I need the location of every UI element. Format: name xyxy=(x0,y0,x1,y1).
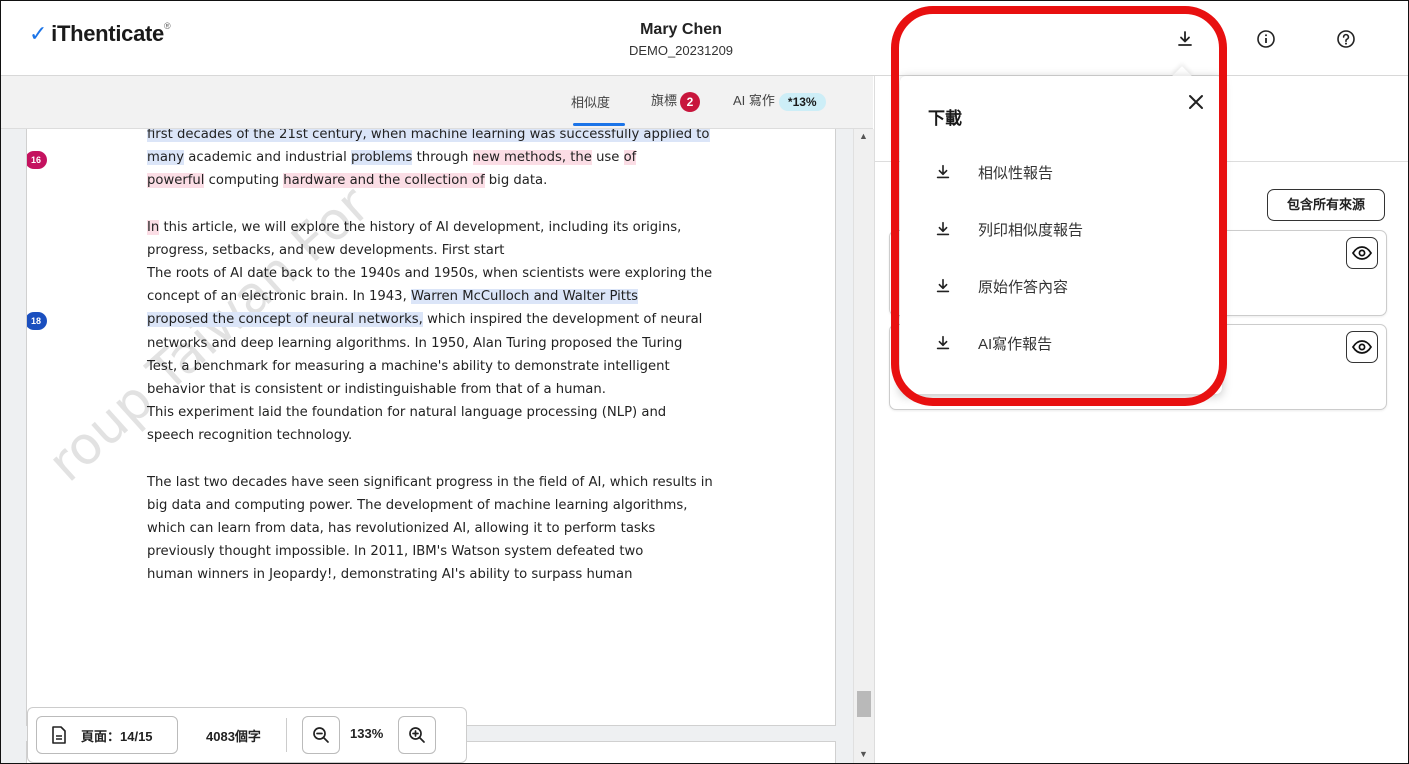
checkmark-icon: ✓ xyxy=(29,21,48,46)
document-icon xyxy=(51,726,67,744)
highlight-match[interactable]: In xyxy=(147,219,160,235)
download-icon xyxy=(928,271,958,301)
divider xyxy=(286,718,287,752)
text-line: human winners in Jeopardy!, demonstratin… xyxy=(147,567,633,583)
close-icon[interactable] xyxy=(1184,90,1208,114)
download-menu: 下載 相似性報告 列印相似度報告 原始作答內容 AI寫作報告 xyxy=(900,76,1222,394)
source-marker-18[interactable]: 18 xyxy=(27,312,47,330)
menu-item-label: 列印相似度報告 xyxy=(978,221,1084,239)
text-line: This experiment laid the foundation for … xyxy=(147,405,667,421)
document-info: Mary Chen DEMO_20231209 xyxy=(561,21,801,58)
active-tab-indicator xyxy=(573,123,625,126)
ai-percent-badge: *13% xyxy=(778,92,826,111)
text-span: academic and industrial xyxy=(184,150,351,166)
highlight-match[interactable]: Warren McCulloch and Walter Pitts xyxy=(410,289,638,305)
download-ai-writing-report[interactable]: AI寫作報告 xyxy=(928,323,1188,363)
text-span: through xyxy=(412,150,473,166)
text-line: powerful computing hardware and the coll… xyxy=(147,169,727,192)
include-all-sources-button[interactable]: 包含所有來源 xyxy=(1267,189,1385,221)
highlight-match[interactable]: of xyxy=(623,150,637,166)
logo-text: iThenticate xyxy=(51,21,164,46)
zoom-level: 133% xyxy=(350,726,384,741)
download-menu-title: 下載 xyxy=(928,109,962,128)
menu-item-label: AI寫作報告 xyxy=(978,335,1053,353)
scroll-up-arrow-icon[interactable]: ▲ xyxy=(859,131,868,141)
download-icon xyxy=(928,328,958,358)
eye-icon[interactable] xyxy=(1346,237,1378,269)
text-line: The roots of AI date back to the 1940s a… xyxy=(147,266,713,282)
document-title: DEMO_20231209 xyxy=(628,43,734,58)
trademark-icon: ® xyxy=(163,21,171,31)
ithenticate-logo[interactable]: ✓ iThenticate® xyxy=(29,21,171,47)
text-line: networks and deep learning algorithms. I… xyxy=(147,335,683,351)
highlight-match[interactable]: new methods, the xyxy=(472,150,592,166)
text-span: which inspired the development of neural xyxy=(422,312,703,328)
flags-count-badge: 2 xyxy=(680,91,701,112)
tab-ai-label: AI 寫作 xyxy=(733,93,775,108)
document-page: roup Taiwan For 16 18 first decades of t… xyxy=(26,129,836,726)
tab-flags-label: 旗標 xyxy=(651,93,678,108)
menu-item-label: 相似性報告 xyxy=(978,164,1054,182)
document-viewer[interactable]: roup Taiwan For 16 18 first decades of t… xyxy=(1,129,853,763)
text-line: which can learn from data, has revolutio… xyxy=(147,521,656,537)
text-span: use xyxy=(591,150,624,166)
text-line: In this article, we will explore the his… xyxy=(147,216,727,239)
text-line: previously thought impossible. In 2011, … xyxy=(147,544,644,560)
word-count: 4083個字 xyxy=(206,729,261,744)
download-icon xyxy=(928,157,958,187)
tab-ai-writing[interactable]: AI 寫作 *13% xyxy=(733,90,826,111)
highlight-match[interactable]: powerful xyxy=(147,173,205,189)
page-indicator: 頁面：14/15 xyxy=(81,728,153,744)
tab-flags[interactable]: 旗標 2 xyxy=(651,90,701,112)
scroll-down-arrow-icon[interactable]: ▼ xyxy=(859,749,868,759)
text-span: this article, we will explore the histor… xyxy=(159,219,682,235)
info-icon[interactable] xyxy=(1254,27,1278,51)
report-tabs-bar: 相似度 旗標 2 AI 寫作 *13% xyxy=(1,76,873,129)
text-line: progress, setbacks, and new developments… xyxy=(147,242,505,258)
page-navigation-bar: 頁面：14/15 4083個字 133% xyxy=(27,707,467,763)
source-marker-16[interactable]: 16 xyxy=(27,151,47,169)
document-text: first decades of the 21st century, when … xyxy=(147,129,727,587)
text-line: behavior that is consistent or indisting… xyxy=(147,382,606,398)
highlight-match[interactable]: problems xyxy=(350,150,413,166)
app-window: ✓ iThenticate® Mary Chen DEMO_20231209 相似… xyxy=(0,0,1409,764)
text-line: Test, a benchmark for measuring a machin… xyxy=(147,358,670,374)
zoom-in-icon xyxy=(409,727,425,743)
scroll-thumb[interactable] xyxy=(857,691,871,717)
text-span: concept of an electronic brain. In 1943, xyxy=(147,289,411,305)
zoom-out-icon xyxy=(313,727,329,743)
document-scrollbar[interactable]: ▲ ▼ xyxy=(853,129,874,763)
highlight-match[interactable]: proposed the concept of neural networks, xyxy=(147,312,423,328)
highlight-match[interactable]: hardware and the collection of xyxy=(283,173,485,189)
zoom-out-button[interactable] xyxy=(302,716,340,754)
user-name: Mary Chen xyxy=(640,21,722,38)
download-similarity-report[interactable]: 相似性報告 xyxy=(928,152,1188,192)
text-line: proposed the concept of neural networks,… xyxy=(147,308,727,331)
download-icon[interactable] xyxy=(1173,27,1197,51)
text-span: big data. xyxy=(484,173,548,189)
highlight-match[interactable]: first decades of the 21st century, when … xyxy=(147,129,710,142)
zoom-in-button[interactable] xyxy=(398,716,436,754)
text-line: speech recognition technology. xyxy=(147,428,353,444)
menu-item-label: 原始作答內容 xyxy=(978,278,1069,296)
top-header: ✓ iThenticate® Mary Chen DEMO_20231209 xyxy=(1,1,1408,76)
eye-icon[interactable] xyxy=(1346,331,1378,363)
text-line: concept of an electronic brain. In 1943,… xyxy=(147,285,727,308)
tab-similarity[interactable]: 相似度 xyxy=(571,92,610,111)
text-line: The last two decades have seen significa… xyxy=(147,474,713,490)
text-line: many academic and industrial problems th… xyxy=(147,146,727,169)
text-span: computing xyxy=(204,173,284,189)
download-icon xyxy=(928,214,958,244)
tab-similarity-label: 相似度 xyxy=(571,95,611,110)
download-print-similarity-report[interactable]: 列印相似度報告 xyxy=(928,209,1188,249)
download-original-submission[interactable]: 原始作答內容 xyxy=(928,266,1188,306)
help-icon[interactable] xyxy=(1334,27,1358,51)
text-line: big data and computing power. The develo… xyxy=(147,497,688,513)
highlight-match[interactable]: many xyxy=(147,150,185,166)
page-selector-button[interactable]: 頁面：14/15 xyxy=(36,716,178,754)
text-line: first decades of the 21st century, when … xyxy=(147,129,727,146)
